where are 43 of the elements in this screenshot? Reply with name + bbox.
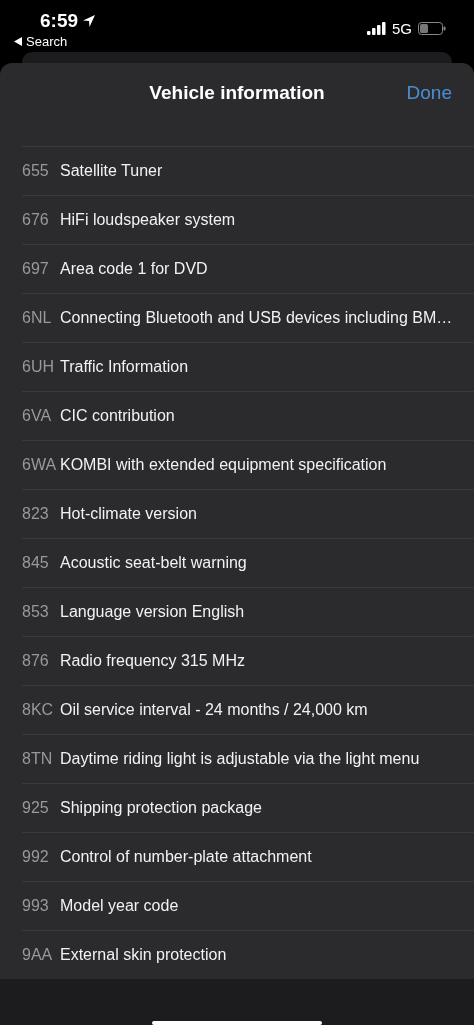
network-label: 5G [392,19,412,37]
option-code: 823 [22,505,50,523]
sheet-title: Vehicle information [149,82,325,104]
option-name: KOMBI with extended equipment specification [60,456,387,474]
back-button[interactable]: Search [14,34,97,49]
location-arrow-icon [82,14,97,28]
back-triangle-icon [14,37,22,46]
option-name: Satellite Tuner [60,162,163,180]
option-name: Control of number-plate attachment [60,848,312,866]
option-name: Acoustic seat-belt warning [60,554,247,572]
option-code: 876 [22,652,50,670]
battery-icon [418,21,446,35]
option-code: 697 [22,260,50,278]
option-code: 993 [22,897,50,915]
option-code: 6VA [22,407,53,425]
option-name: Traffic Information [60,358,189,376]
option-code: 853 [22,603,50,621]
option-name: Connecting Bluetooth and USB devices including BM… [60,309,453,327]
option-name: CIC contribution [60,407,175,425]
option-name: Model year code [60,897,179,915]
option-name: Daytime riding light is adjustable via the light menu [60,750,420,768]
option-code: 6UH [22,358,55,376]
option-code: 845 [22,554,50,572]
option-code: 925 [22,799,50,817]
option-code: 8TN [22,750,54,768]
option-name: Language version English [60,603,245,621]
signal-icon [367,21,386,35]
option-code: 992 [22,848,50,866]
option-code: 676 [22,211,50,229]
option-code: 8KC [22,701,55,719]
option-name: HiFi loudspeaker system [60,211,236,229]
option-name: Shipping protection package [60,799,262,817]
option-code: 6WA [22,456,58,474]
option-code: 9AA [22,946,54,964]
option-code: 655 [22,162,50,180]
status-time: 6:59 [40,10,79,32]
done-button[interactable]: Done [406,82,452,104]
option-name: Radio frequency 315 MHz [60,652,245,670]
option-name: Area code 1 for DVD [60,260,208,278]
option-name: Hot-climate version [60,505,197,523]
option-code: 6NL [22,309,53,327]
option-name: External skin protection [60,946,227,964]
option-name: Oil service interval - 24 months / 24,000 km [60,701,368,719]
